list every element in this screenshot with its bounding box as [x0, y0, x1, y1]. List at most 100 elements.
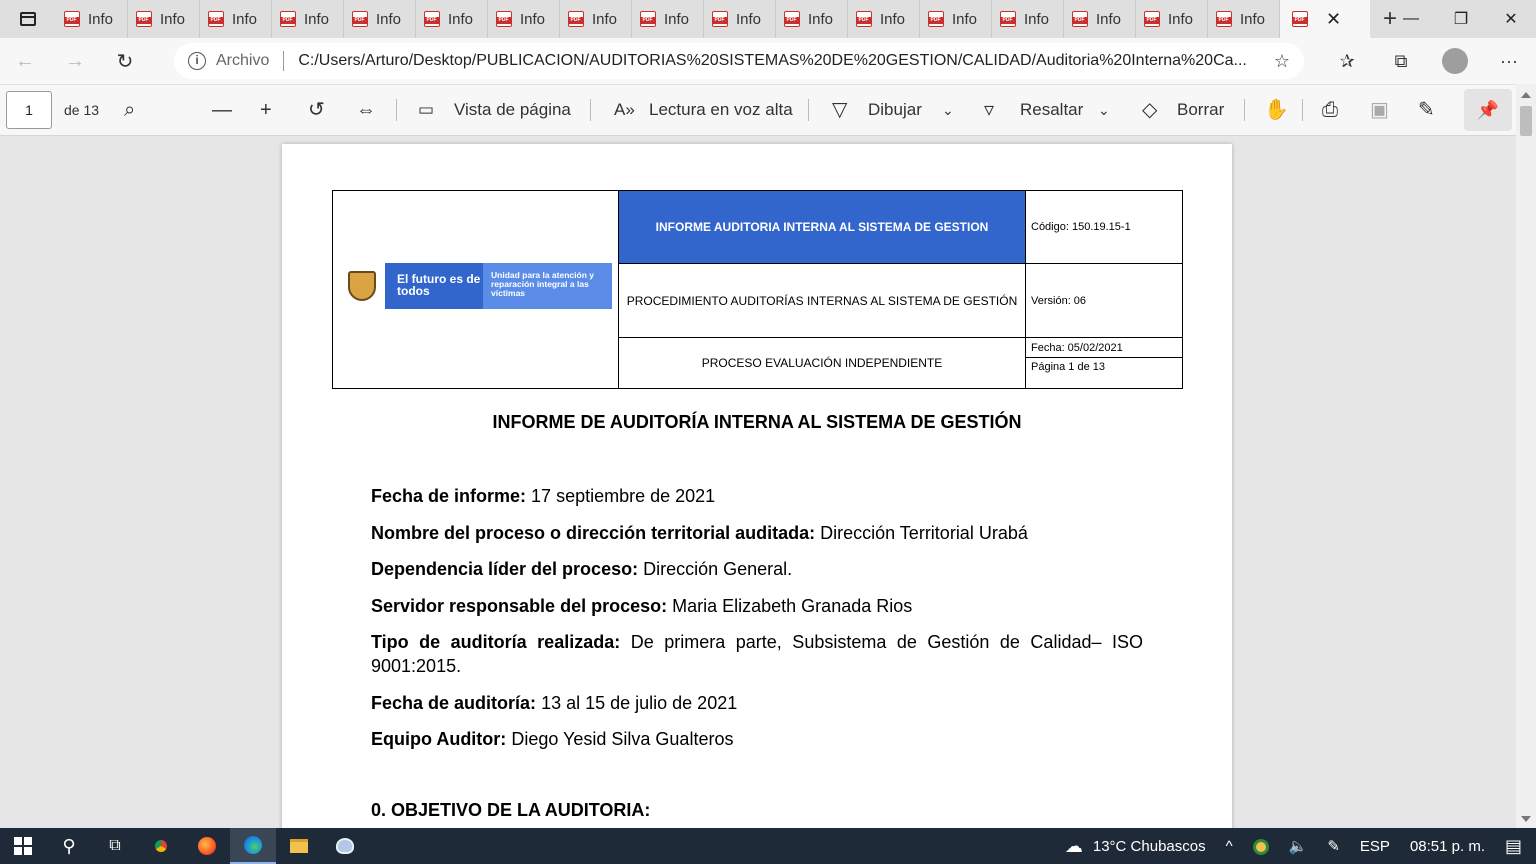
- chrome-icon[interactable]: [138, 828, 184, 864]
- search-icon[interactable]: ⚲: [46, 828, 92, 864]
- file-explorer-icon[interactable]: [276, 828, 322, 864]
- pdf-file-icon: [568, 11, 584, 27]
- weather-icon[interactable]: ☁: [1055, 836, 1093, 857]
- pin-toolbar-button[interactable]: 📌: [1464, 89, 1512, 131]
- chevron-down-icon[interactable]: ⌄: [942, 85, 954, 135]
- browser-tab[interactable]: Info: [632, 0, 704, 38]
- page-total: de 13: [64, 102, 100, 118]
- page-view-icon[interactable]: ▭: [418, 85, 434, 135]
- zoom-in-icon[interactable]: +: [260, 85, 272, 135]
- erase-button[interactable]: Borrar: [1177, 85, 1224, 135]
- page-number-input[interactable]: 1: [6, 91, 52, 129]
- volume-icon[interactable]: 🔈: [1279, 837, 1318, 855]
- browser-tab[interactable]: Info: [200, 0, 272, 38]
- browser-tab[interactable]: Info: [992, 0, 1064, 38]
- browser-tab[interactable]: Info: [416, 0, 488, 38]
- save-as-icon[interactable]: ✎: [1418, 85, 1435, 135]
- language-indicator[interactable]: ESP: [1350, 838, 1400, 855]
- tab-list: Info Info Info Info Info Info Info Info Info Info…: [56, 0, 1370, 38]
- address-field[interactable]: i Archivo C:/Users/Arturo/Desktop/PUBLIC…: [174, 43, 1304, 79]
- browser-tab[interactable]: Info: [272, 0, 344, 38]
- tab-label: Info: [880, 10, 906, 28]
- browser-tab[interactable]: Info: [920, 0, 992, 38]
- browser-tab[interactable]: Info: [560, 0, 632, 38]
- scheme-label: Archivo: [216, 52, 270, 69]
- tab-label: Info: [304, 10, 330, 28]
- add-favorite-icon[interactable]: ☆: [1274, 51, 1290, 72]
- app-tray-icon[interactable]: [1243, 837, 1279, 855]
- profile-avatar[interactable]: [1442, 48, 1468, 74]
- active-browser-tab[interactable]: ✕: [1280, 0, 1370, 38]
- scroll-down-arrow[interactable]: [1521, 816, 1531, 822]
- draw-icon[interactable]: ▽: [832, 85, 847, 135]
- task-view-icon[interactable]: ⧉: [92, 828, 138, 864]
- print-icon[interactable]: ⎙: [1322, 85, 1338, 135]
- browser-tab[interactable]: Info: [1064, 0, 1136, 38]
- touch-icon[interactable]: ✋: [1264, 85, 1289, 135]
- favorites-icon[interactable]: ✰: [1320, 51, 1374, 72]
- pdf-file-icon: [424, 11, 440, 27]
- url-text[interactable]: C:/Users/Arturo/Desktop/PUBLICACION/AUDI…: [298, 52, 1248, 70]
- vertical-scrollbar[interactable]: [1516, 84, 1536, 828]
- info-icon[interactable]: i: [188, 52, 206, 70]
- address-bar-row: ← → ↻ i Archivo C:/Users/Arturo/Desktop/…: [0, 38, 1536, 84]
- browser-tab[interactable]: Info: [128, 0, 200, 38]
- scroll-thumb[interactable]: [1520, 106, 1532, 136]
- tab-label: Info: [88, 10, 114, 28]
- firefox-icon[interactable]: [184, 828, 230, 864]
- rotate-icon[interactable]: ↺: [308, 85, 325, 135]
- report-field: Servidor responsable del proceso: Maria …: [371, 594, 1143, 618]
- weather-status[interactable]: 13°C Chubascos: [1093, 838, 1216, 855]
- back-button[interactable]: ←: [0, 38, 50, 84]
- highlight-icon[interactable]: ▿: [984, 85, 994, 135]
- forward-button[interactable]: →: [50, 38, 100, 84]
- browser-tab[interactable]: Info: [488, 0, 560, 38]
- browser-tab[interactable]: Info: [1136, 0, 1208, 38]
- browser-tab[interactable]: Info: [344, 0, 416, 38]
- pdf-file-icon: [1292, 11, 1308, 27]
- report-field: Nombre del proceso o dirección territori…: [371, 521, 1143, 545]
- read-aloud-icon[interactable]: A»: [614, 85, 635, 135]
- highlight-button[interactable]: Resaltar: [1020, 85, 1083, 135]
- pdf-file-icon: [64, 11, 80, 27]
- paint-icon[interactable]: [322, 828, 368, 864]
- fit-width-icon[interactable]: ⇔: [356, 85, 376, 135]
- browser-tab[interactable]: Info: [704, 0, 776, 38]
- minimize-button[interactable]: —: [1386, 0, 1436, 38]
- chevron-down-icon[interactable]: ⌄: [1098, 85, 1110, 135]
- search-icon[interactable]: ⌕: [124, 85, 135, 135]
- clock[interactable]: 08:51 p. m.: [1400, 838, 1495, 855]
- edge-icon[interactable]: [230, 828, 276, 864]
- pen-icon[interactable]: ✎: [1317, 837, 1350, 855]
- start-button[interactable]: [0, 828, 46, 864]
- eraser-icon[interactable]: ◇: [1142, 85, 1157, 135]
- document-title: INFORME DE AUDITORÍA INTERNA AL SISTEMA …: [492, 412, 1022, 432]
- tab-actions-button[interactable]: [0, 0, 56, 38]
- scroll-up-arrow[interactable]: [1521, 92, 1531, 98]
- browser-tab[interactable]: Info: [848, 0, 920, 38]
- field-label: Tipo de auditoría realizada:: [371, 632, 621, 652]
- windows-icon: [14, 837, 32, 855]
- maximize-button[interactable]: ❐: [1436, 0, 1486, 38]
- page-view-button[interactable]: Vista de página: [454, 85, 571, 135]
- chevron-up-icon[interactable]: ^: [1216, 838, 1243, 855]
- read-aloud-button[interactable]: Lectura en voz alta: [649, 85, 793, 135]
- zoom-out-icon[interactable]: —: [212, 85, 232, 135]
- browser-tab[interactable]: Info: [56, 0, 128, 38]
- save-icon[interactable]: ▣: [1370, 85, 1389, 135]
- browser-tab[interactable]: Info: [776, 0, 848, 38]
- field-value: 17 septiembre de 2021: [531, 486, 716, 506]
- more-icon[interactable]: ···: [1482, 51, 1536, 72]
- section-heading: 0. OBJETIVO DE LA AUDITORIA:: [371, 800, 651, 820]
- notifications-icon[interactable]: ▤: [1495, 836, 1536, 857]
- draw-button[interactable]: Dibujar: [868, 85, 922, 135]
- browser-tab[interactable]: Info: [1208, 0, 1280, 38]
- tab-label: Info: [520, 10, 546, 28]
- tab-label: Info: [232, 10, 258, 28]
- refresh-button[interactable]: ↻: [100, 38, 150, 84]
- close-window-button[interactable]: ✕: [1486, 0, 1536, 38]
- collections-icon[interactable]: ⧉: [1374, 51, 1428, 72]
- pdf-file-icon: [1072, 11, 1088, 27]
- pdf-file-icon: [856, 11, 872, 27]
- close-tab-icon[interactable]: ✕: [1326, 10, 1341, 28]
